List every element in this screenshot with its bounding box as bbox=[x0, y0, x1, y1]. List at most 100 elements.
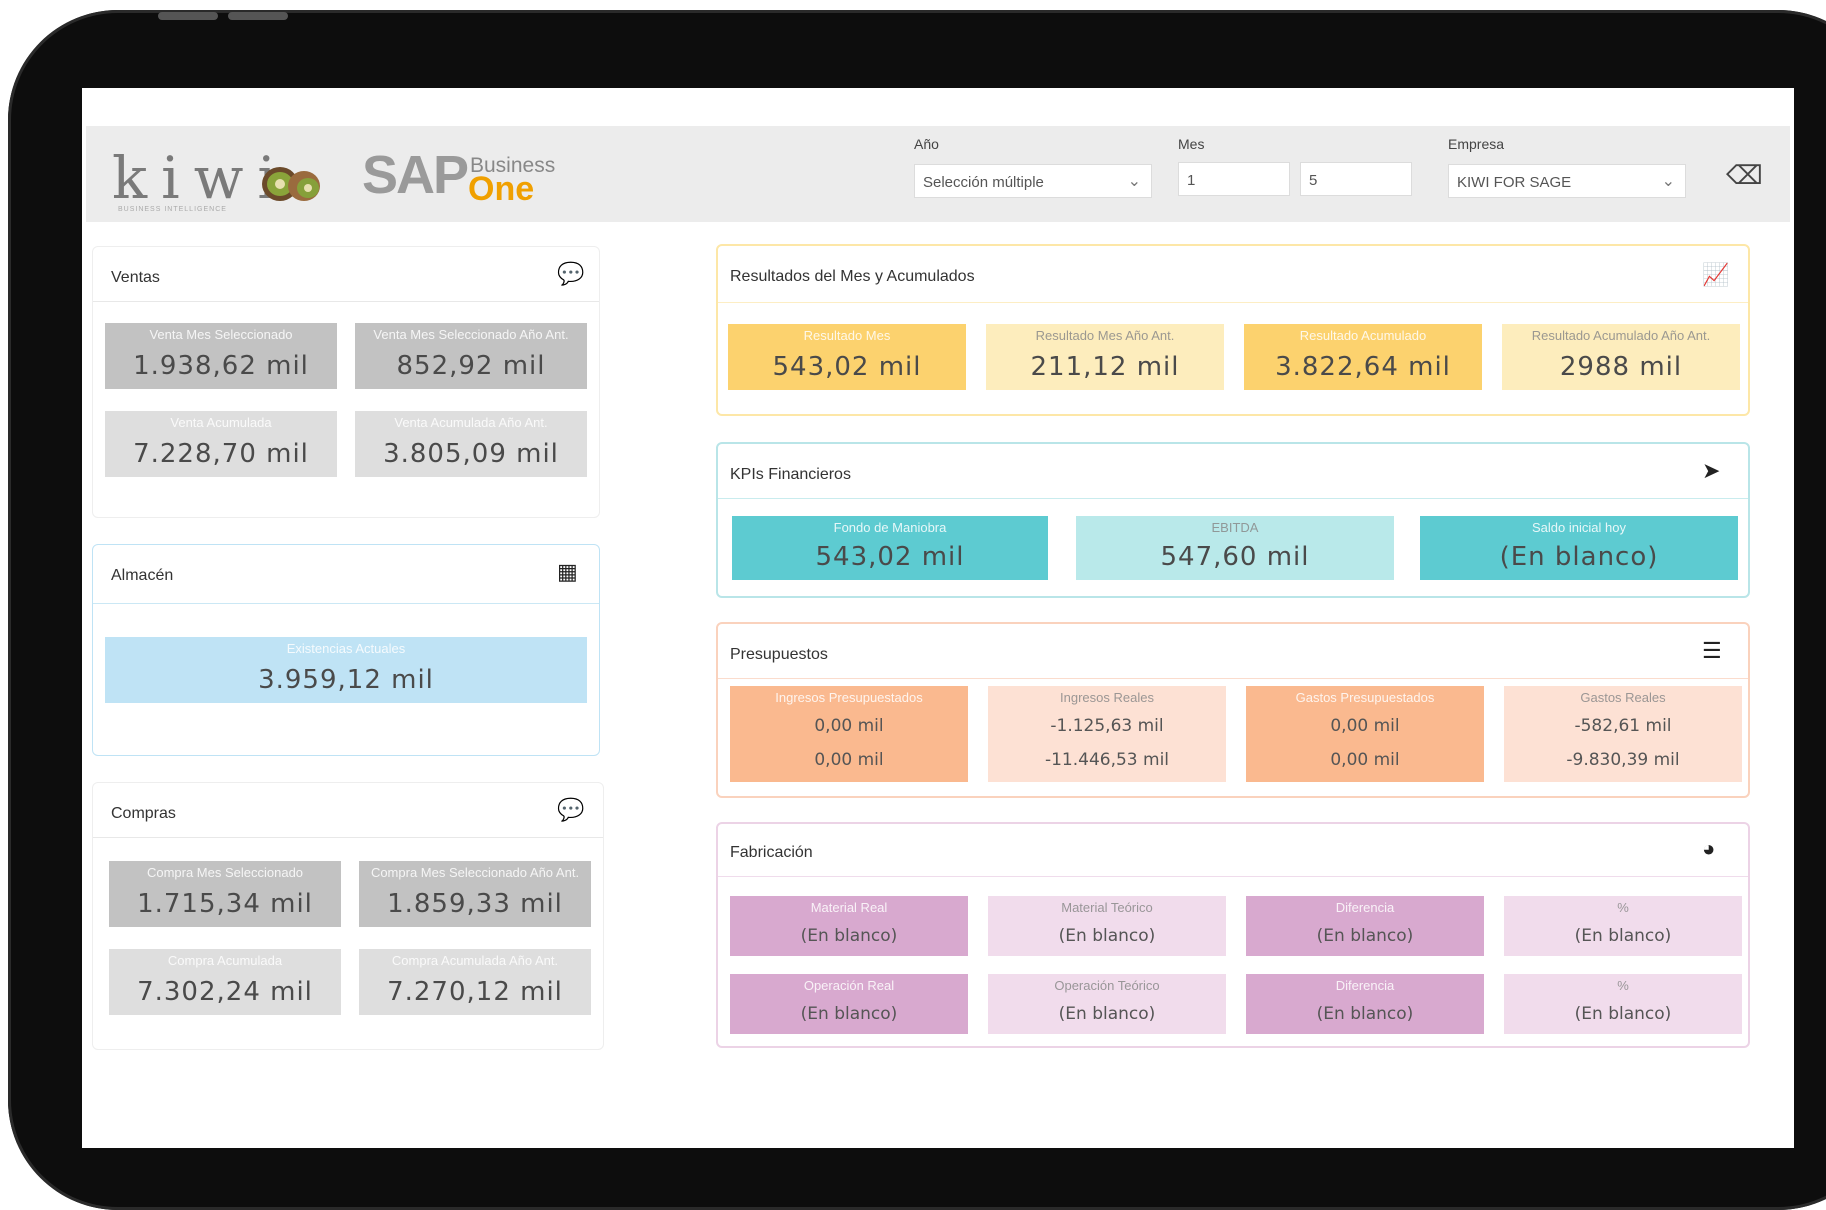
compras-title: Compras bbox=[111, 805, 176, 822]
tile-porcentaje-operacion: % (En blanco) bbox=[1504, 974, 1742, 1034]
tile-porcentaje-material: % (En blanco) bbox=[1504, 896, 1742, 956]
tile-value: 3.805,09 mil bbox=[383, 439, 559, 469]
tile-compra-acumulada: Compra Acumulada 7.302,24 mil bbox=[109, 949, 341, 1015]
tile-value: -11.446,53 mil bbox=[1044, 750, 1170, 770]
tile-value: 0,00 mil bbox=[1330, 716, 1400, 736]
tile-label: Gastos Presupuestados bbox=[1295, 690, 1435, 705]
tile-label: EBITDA bbox=[1211, 520, 1259, 535]
dashboard-screen: kiwi BUSINESS INTELLIGENCE SAP Business … bbox=[82, 88, 1794, 1148]
tile-resultado-acumulado: Resultado Acumulado 3.822,64 mil bbox=[1244, 324, 1482, 390]
chat-icon[interactable]: 💬 bbox=[557, 261, 584, 287]
tile-value: (En blanco) bbox=[800, 1004, 898, 1024]
fabricacion-card: Fabricación ◕ Material Real (En blanco) … bbox=[716, 822, 1750, 1048]
tile-venta-mes-ant: Venta Mes Seleccionado Año Ant. 852,92 m… bbox=[355, 323, 587, 389]
tile-label: Saldo inicial hoy bbox=[1532, 520, 1626, 535]
boxes-icon[interactable]: ▦ bbox=[557, 559, 578, 585]
tile-value: 1.938,62 mil bbox=[133, 351, 309, 381]
tile-venta-mes: Venta Mes Seleccionado 1.938,62 mil bbox=[105, 323, 337, 389]
divider bbox=[718, 302, 1748, 303]
divider bbox=[93, 837, 603, 838]
tile-venta-acumulada: Venta Acumulada 7.228,70 mil bbox=[105, 411, 337, 477]
tile-material-teorico: Material Teórico (En blanco) bbox=[988, 896, 1226, 956]
tile-value: 3.822,64 mil bbox=[1275, 352, 1451, 382]
compras-card: Compras 💬 Compra Mes Seleccionado 1.715,… bbox=[92, 782, 604, 1050]
tile-value: 3.959,12 mil bbox=[258, 665, 434, 695]
device-button bbox=[228, 12, 288, 20]
sap-business-one-logo: SAP Business One bbox=[362, 145, 556, 208]
mes-from-value: 1 bbox=[1187, 172, 1196, 189]
tile-value: -582,61 mil bbox=[1574, 716, 1672, 736]
device-button bbox=[158, 12, 218, 20]
chevron-down-icon: ⌄ bbox=[1661, 173, 1675, 190]
tile-saldo-inicial: Saldo inicial hoy (En blanco) bbox=[1420, 516, 1738, 580]
tile-value: 7.270,12 mil bbox=[387, 977, 563, 1007]
tile-label: Compra Acumulada Año Ant. bbox=[391, 953, 559, 968]
divider bbox=[718, 876, 1748, 877]
empresa-value: KIWI FOR SAGE bbox=[1457, 174, 1572, 191]
trend-chart-icon[interactable]: 📈 bbox=[1702, 262, 1729, 288]
divider bbox=[93, 603, 599, 604]
tile-label: % bbox=[1617, 900, 1629, 915]
divider bbox=[718, 498, 1748, 499]
mes-to-input[interactable]: 5 bbox=[1300, 162, 1412, 196]
tile-value: 2988 mil bbox=[1559, 352, 1683, 382]
tile-resultado-mes: Resultado Mes 543,02 mil bbox=[728, 324, 966, 390]
tile-label: Existencias Actuales bbox=[286, 641, 406, 656]
divider bbox=[718, 678, 1748, 679]
tile-label: Venta Acumulada bbox=[170, 415, 272, 430]
tile-value: 543,02 mil bbox=[772, 352, 922, 382]
chevron-down-icon: ⌄ bbox=[1127, 173, 1141, 190]
chat-icon[interactable]: 💬 bbox=[557, 797, 584, 823]
tile-value: 0,00 mil bbox=[814, 716, 884, 736]
tile-value: (En blanco) bbox=[1574, 1004, 1672, 1024]
tile-value: (En blanco) bbox=[1316, 1004, 1414, 1024]
tile-value: 543,02 mil bbox=[815, 542, 965, 572]
list-table-icon[interactable]: ☰ bbox=[1702, 638, 1722, 664]
eraser-icon[interactable]: ⌫ bbox=[1726, 160, 1763, 191]
tile-diferencia-material: Diferencia (En blanco) bbox=[1246, 896, 1484, 956]
tile-resultado-mes-ant: Resultado Mes Año Ant. 211,12 mil bbox=[986, 324, 1224, 390]
tile-diferencia-operacion: Diferencia (En blanco) bbox=[1246, 974, 1484, 1034]
mes-label: Mes bbox=[1178, 136, 1205, 152]
tile-label: Venta Acumulada Año Ant. bbox=[394, 415, 548, 430]
tile-label: Compra Mes Seleccionado bbox=[146, 865, 304, 880]
tablet-frame: kiwi BUSINESS INTELLIGENCE SAP Business … bbox=[8, 10, 1826, 1210]
tile-ingresos-reales: Ingresos Reales -1.125,63 mil -11.446,53… bbox=[988, 686, 1226, 782]
tile-value: 7.228,70 mil bbox=[133, 439, 309, 469]
tile-value: 7.302,24 mil bbox=[137, 977, 313, 1007]
tile-label: Diferencia bbox=[1335, 900, 1395, 915]
location-arrow-icon[interactable]: ➤ bbox=[1702, 458, 1720, 484]
tile-value: (En blanco) bbox=[1574, 926, 1672, 946]
tile-value: 852,92 mil bbox=[396, 351, 546, 381]
tile-value: (En blanco) bbox=[1058, 926, 1156, 946]
mes-from-input[interactable]: 1 bbox=[1178, 162, 1290, 196]
tile-label: % bbox=[1617, 978, 1629, 993]
resultados-card: Resultados del Mes y Acumulados 📈 Result… bbox=[716, 244, 1750, 416]
tile-value: 1.715,34 mil bbox=[137, 889, 313, 919]
tile-value: (En blanco) bbox=[800, 926, 898, 946]
empresa-select[interactable]: KIWI FOR SAGE ⌄ bbox=[1448, 164, 1686, 198]
tile-value: 547,60 mil bbox=[1160, 542, 1310, 572]
divider bbox=[93, 301, 599, 302]
anio-select[interactable]: Selección múltiple ⌄ bbox=[914, 164, 1152, 198]
kiwi-fruit-icon bbox=[262, 167, 320, 201]
tile-ebitda: EBITDA 547,60 mil bbox=[1076, 516, 1394, 580]
tile-label: Operación Teórico bbox=[1054, 978, 1160, 993]
fabricacion-title: Fabricación bbox=[730, 844, 813, 861]
tile-compra-mes: Compra Mes Seleccionado 1.715,34 mil bbox=[109, 861, 341, 927]
tile-material-real: Material Real (En blanco) bbox=[730, 896, 968, 956]
mes-to-value: 5 bbox=[1309, 172, 1318, 189]
tile-label: Venta Mes Seleccionado bbox=[149, 327, 293, 342]
tile-label: Compra Mes Seleccionado Año Ant. bbox=[370, 865, 580, 880]
almacen-card: Almacén ▦ Existencias Actuales 3.959,12 … bbox=[92, 544, 600, 756]
pie-chart-icon[interactable]: ◕ bbox=[1702, 836, 1715, 862]
tile-label: Material Real bbox=[810, 900, 888, 915]
kpis-card: KPIs Financieros ➤ Fondo de Maniobra 543… bbox=[716, 442, 1750, 598]
tile-value: -9.830,39 mil bbox=[1566, 750, 1680, 770]
presupuestos-title: Presupuestos bbox=[730, 646, 828, 663]
tile-ingresos-presupuestados: Ingresos Presupuestados 0,00 mil 0,00 mi… bbox=[730, 686, 968, 782]
tile-label: Ingresos Presupuestados bbox=[775, 690, 923, 705]
tile-venta-acumulada-ant: Venta Acumulada Año Ant. 3.805,09 mil bbox=[355, 411, 587, 477]
tile-label: Resultado Mes bbox=[803, 328, 891, 343]
tile-fondo-maniobra: Fondo de Maniobra 543,02 mil bbox=[732, 516, 1048, 580]
